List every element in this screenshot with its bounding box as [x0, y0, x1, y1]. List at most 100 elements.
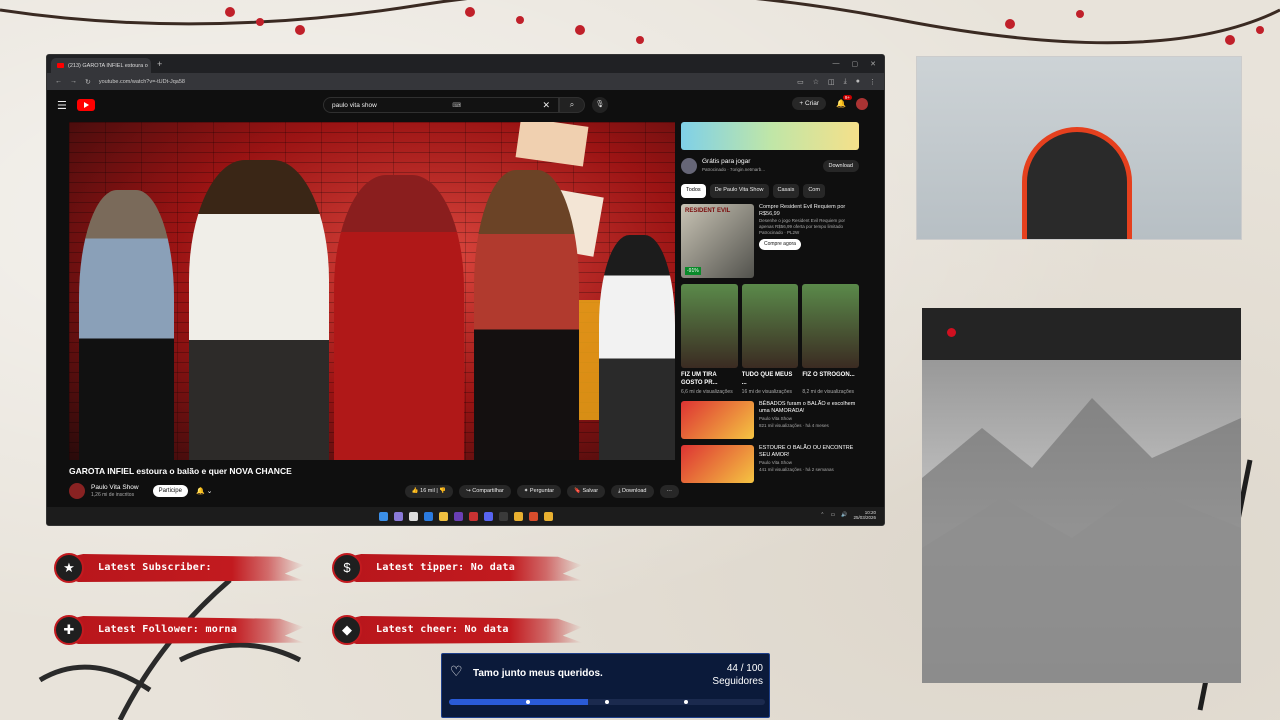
mountain-ink — [922, 398, 1241, 683]
video-player[interactable] — [69, 122, 675, 460]
short-item[interactable]: TUDO QUE MEUS ... 16 mi de visualizações — [741, 284, 799, 395]
chip-todos[interactable]: Todos — [681, 184, 706, 198]
short-item[interactable]: FIZ O STROGON... 8,2 mi de visualizações — [802, 284, 860, 395]
video-item-channel: Paulo Vita Show — [759, 416, 792, 421]
latest-follower-text: Latest Follower: morna — [98, 624, 238, 635]
close-window-icon[interactable]: ✕ — [870, 60, 876, 68]
minimize-icon[interactable]: — — [833, 60, 840, 68]
forward-icon[interactable]: → — [70, 78, 77, 85]
extensions-icon[interactable]: ◫ — [828, 78, 835, 86]
youtube-logo-icon[interactable] — [76, 99, 95, 111]
latest-cheer-text: Latest cheer: No data — [376, 624, 509, 635]
video-list-item[interactable]: ESTOURE O BALÃO OU ENCONTRE SEU AMOR! Pa… — [681, 445, 859, 483]
video-item-meta: 821 mil visualizações · há 4 meses — [759, 423, 829, 428]
browser-window: (213) GAROTA INFIEL estoura o ✕ + — ▢ ✕ … — [46, 54, 885, 526]
file-explorer-icon[interactable] — [438, 511, 448, 521]
video-frame-person — [189, 160, 329, 460]
short-item[interactable]: FIZ UM TIRA GOSTO PR... 6,6 mi de visual… — [681, 284, 738, 395]
ad-title: Grátis para jogar — [702, 158, 751, 165]
app-icon[interactable] — [528, 511, 538, 521]
video-item-channel: Paulo Vita Show — [759, 460, 792, 465]
short-thumbnail — [802, 284, 860, 368]
reload-icon[interactable]: ↻ — [85, 78, 91, 86]
channel-name[interactable]: Paulo Vita Show — [91, 484, 139, 492]
teams-icon[interactable] — [393, 511, 403, 521]
bookmark-star-icon[interactable]: ☆ — [813, 78, 819, 86]
tray-chevron-icon[interactable]: ⌃ — [820, 512, 824, 518]
chip-channel[interactable]: De Paulo Vita Show — [709, 184, 769, 198]
diamond-icon: ◆ — [332, 615, 362, 645]
chrome-icon[interactable] — [513, 511, 523, 521]
chip-casais[interactable]: Casais — [772, 184, 800, 198]
sponsored-recommendation[interactable]: RESIDENT EVIL -91% Compre Resident Evil … — [681, 204, 859, 278]
youtube-favicon-icon — [57, 63, 64, 68]
latest-tipper-alert: $ Latest tipper: No data — [332, 552, 592, 584]
panel-header — [922, 308, 1241, 360]
cast-icon[interactable]: ▭ — [797, 78, 804, 86]
ask-button[interactable]: ✦ Perguntar — [516, 484, 562, 498]
join-button[interactable]: Participe — [152, 485, 188, 497]
edge-icon[interactable] — [423, 511, 433, 521]
clock[interactable]: 10:20 25/03/2026 — [853, 510, 876, 520]
system-tray: ⌃ ▭ 🔊 10:20 25/03/2026 — [820, 510, 876, 520]
search-button[interactable]: ⌕ — [559, 97, 585, 113]
heart-hand-icon: ♡ — [450, 663, 463, 679]
clear-search-icon[interactable]: ✕ — [542, 100, 550, 111]
subscription-bell-icon[interactable]: 🔔 ⌄ — [196, 487, 213, 495]
start-icon[interactable] — [378, 511, 388, 521]
thumbnail-text: RESIDENT EVIL — [685, 208, 731, 214]
new-tab-icon[interactable]: + — [157, 59, 162, 69]
notification-count: 9+ — [842, 95, 852, 100]
short-views: 6,6 mi de visualizações — [681, 389, 733, 395]
app-icon[interactable] — [498, 511, 508, 521]
goal-milestone-dot — [526, 700, 530, 704]
goal-unit: Seguidores — [712, 676, 763, 687]
steam-icon[interactable] — [408, 511, 418, 521]
latest-tipper-text: Latest tipper: No data — [376, 562, 516, 573]
ink-landscape-panel — [922, 308, 1241, 683]
save-button[interactable]: 🔖 Salvar — [567, 484, 606, 498]
create-button[interactable]: + Criar — [792, 97, 827, 110]
search-input[interactable]: paulo vita show ⌨ ✕ — [323, 97, 559, 113]
latest-follower-alert: ✚ Latest Follower: morna — [54, 614, 314, 646]
buy-now-button[interactable]: Compre agora — [759, 239, 801, 250]
ad-row: Grátis para jogar Patrocinado · 7origin.n… — [681, 154, 859, 178]
clock-date: 25/03/2026 — [853, 515, 876, 520]
discord-icon[interactable] — [483, 511, 493, 521]
sponsored-title: Compre Resident Evil Requiem por R$56,99 — [759, 204, 846, 217]
hamburger-menu-icon[interactable]: ☰ — [57, 99, 67, 112]
latest-cheer-alert: ◆ Latest cheer: No data — [332, 614, 592, 646]
ad-download-button[interactable]: Download — [822, 160, 859, 172]
browser-tab[interactable]: (213) GAROTA INFIEL estoura o ✕ — [51, 58, 151, 73]
volume-icon[interactable]: 🔊 — [841, 512, 847, 518]
back-icon[interactable]: ← — [55, 78, 62, 85]
video-frame-person — [474, 170, 579, 460]
download-button[interactable]: ⤓ Download — [611, 484, 654, 498]
recommendations-sidebar: Grátis para jogar Patrocinado · 7origin.n… — [681, 122, 860, 483]
more-actions-icon[interactable]: ⋯ — [659, 484, 679, 498]
channel-avatar[interactable] — [69, 483, 85, 499]
chip-com[interactable]: Com — [803, 184, 825, 198]
user-plus-icon: ✚ — [54, 615, 84, 645]
twitch-icon[interactable] — [453, 511, 463, 521]
video-item-title: BÊBADOS furam o BALÃO e escolhem uma NAM… — [759, 401, 856, 414]
microphone-icon[interactable]: 🎙 — [592, 97, 608, 113]
browser-menu-icon[interactable]: ⋮ — [869, 78, 876, 86]
download-icon[interactable]: ⤓ — [844, 78, 847, 86]
network-icon[interactable]: ▭ — [831, 512, 836, 518]
ad-banner[interactable] — [681, 122, 859, 150]
chrome-icon[interactable] — [543, 511, 553, 521]
share-button[interactable]: ↪ Compartilhar — [459, 484, 511, 498]
obs-icon[interactable] — [468, 511, 478, 521]
keyboard-icon[interactable]: ⌨ — [452, 102, 461, 109]
video-list-item[interactable]: BÊBADOS furam o BALÃO e escolhem uma NAM… — [681, 401, 859, 439]
like-button[interactable]: 👍 16 mil | 👎 — [404, 484, 454, 498]
account-avatar[interactable] — [856, 97, 868, 110]
short-thumbnail — [741, 284, 799, 368]
profile-icon[interactable]: ● — [856, 78, 860, 86]
maximize-icon[interactable]: ▢ — [852, 60, 859, 68]
short-thumbnail — [681, 284, 738, 368]
sponsored-description: Desenhe o jogo Resident Evil Requiem por… — [759, 218, 846, 229]
url-field[interactable]: youtube.com/watch?v=-tUDt-Jqa58 — [99, 79, 789, 85]
notifications-bell-icon[interactable]: 🔔 9+ — [836, 95, 852, 108]
